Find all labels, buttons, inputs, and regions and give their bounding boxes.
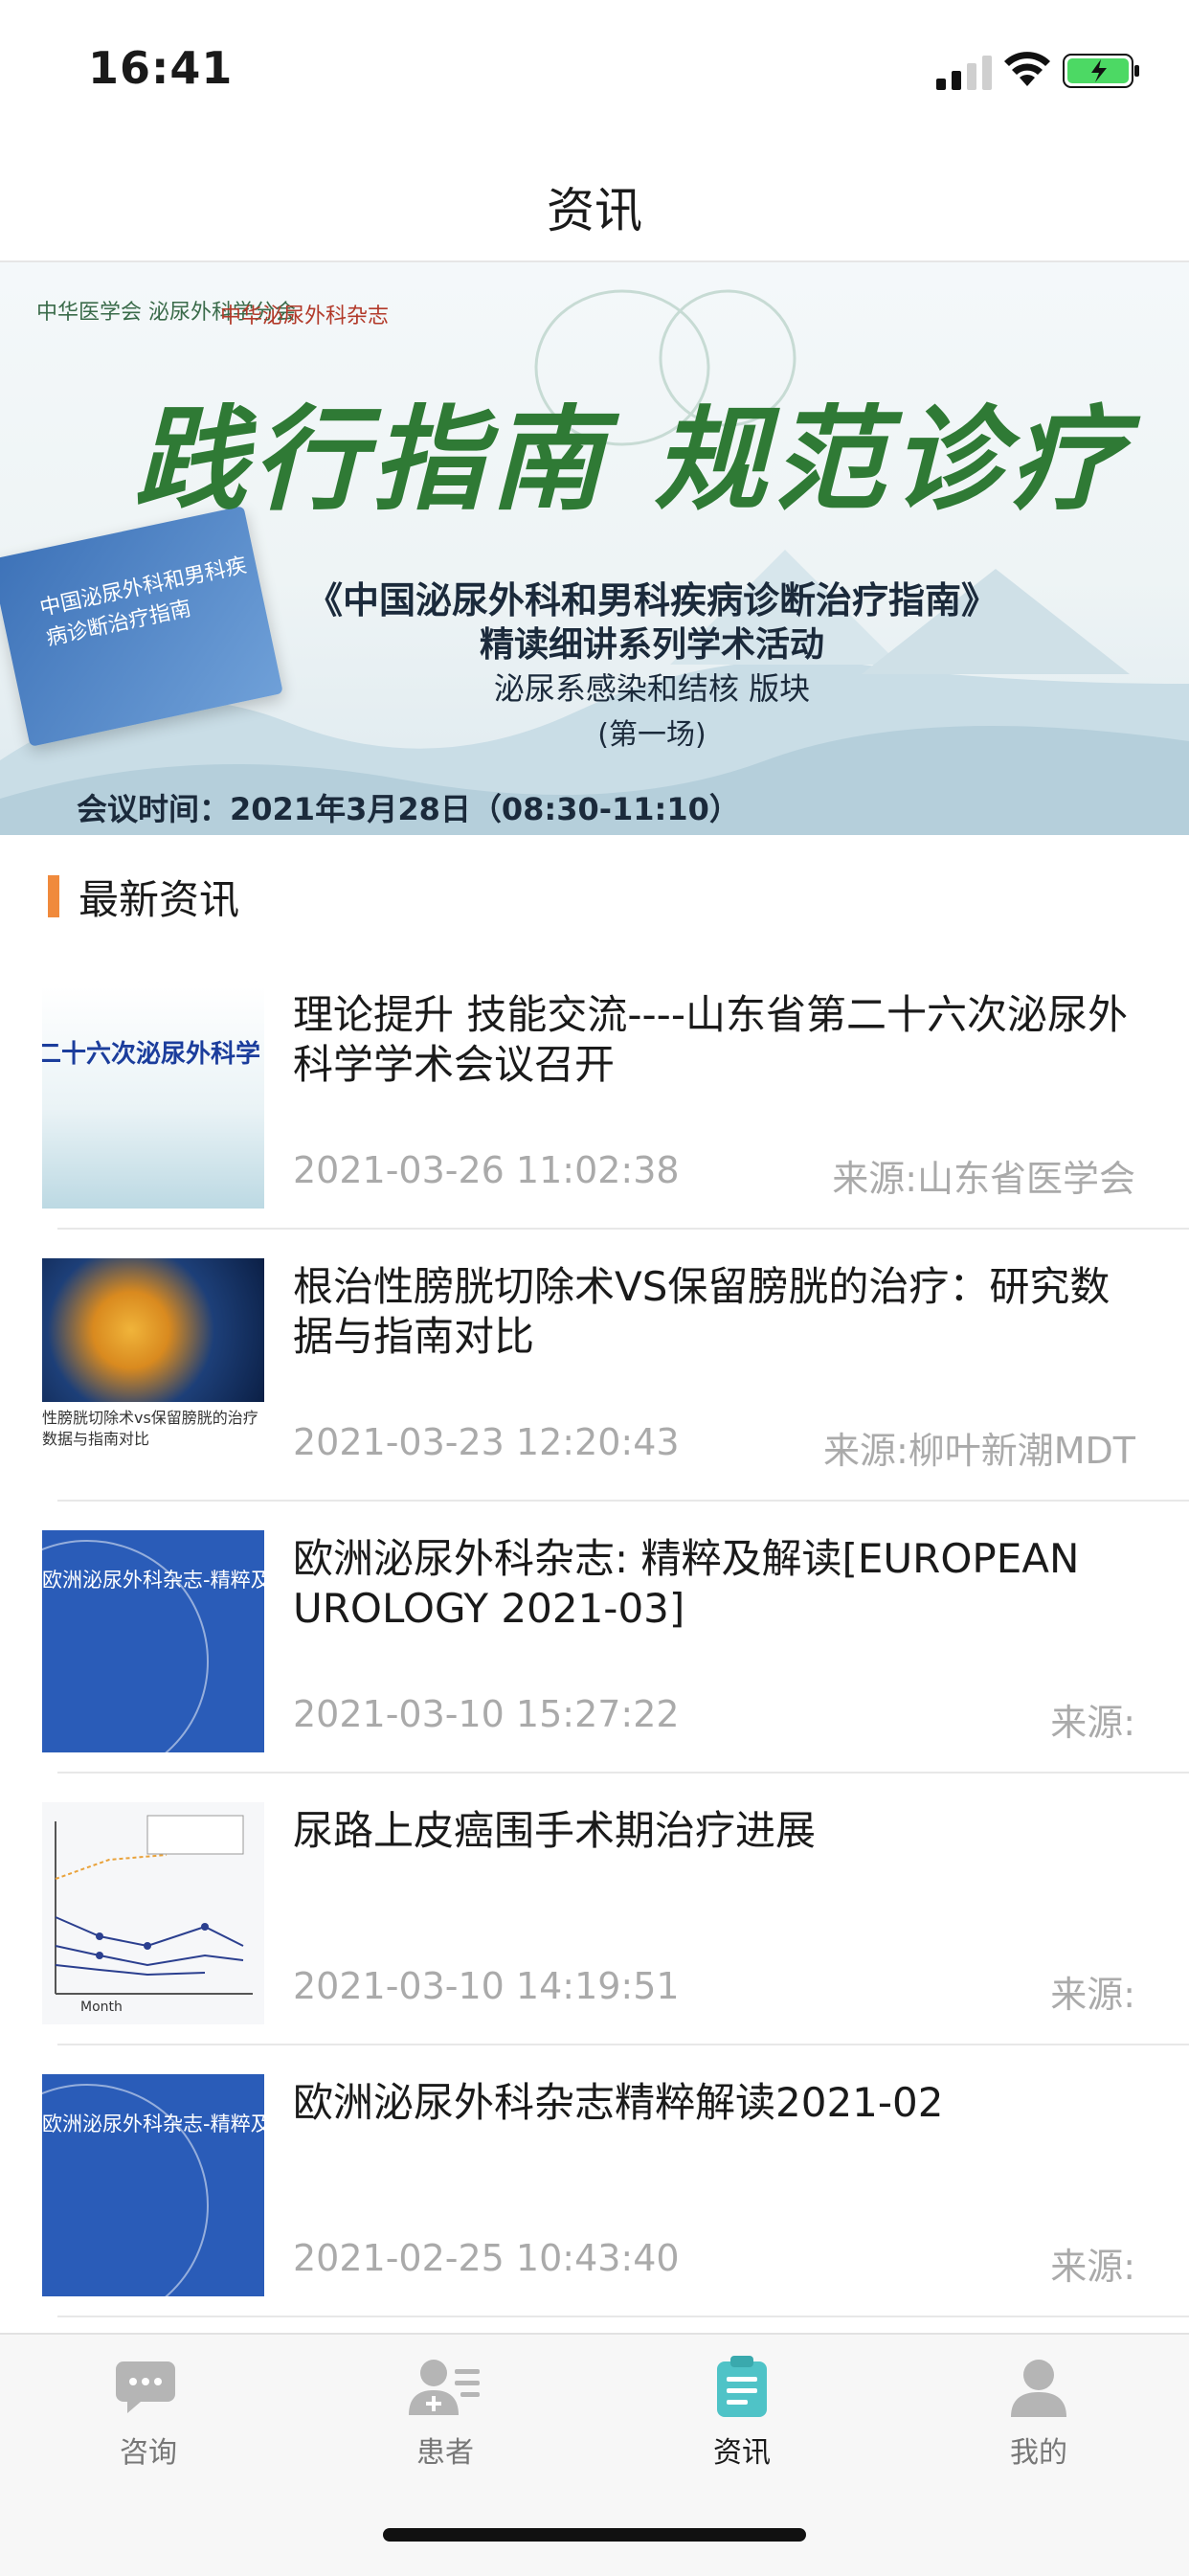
news-date: 2021-02-25 10:43:40 (293, 2237, 680, 2279)
news-date: 2021-03-10 15:27:22 (293, 1693, 680, 1735)
news-thumbnail: Month (42, 1802, 264, 2024)
news-source: 来源: (1050, 1702, 1135, 1744)
news-title: 欧洲泌尿外科杂志精粹解读2021-02 (293, 2079, 944, 2126)
news-thumbnail: 性膀胱切除术vs保留膀胱的治疗 数据与指南对比 (42, 1258, 264, 1480)
news-title: 欧洲泌尿外科杂志: 精粹及解读[EUROPEAN UROLOGY 2021-03… (293, 1535, 1080, 1632)
section-title: 最新资讯 (79, 876, 240, 923)
news-icon (717, 2356, 767, 2417)
signal-icon (936, 56, 992, 90)
wifi-icon (1004, 52, 1050, 86)
banner-magazine: 中华泌尿外科杂志 (220, 305, 390, 328)
thumbnail-text: 性膀胱切除术vs保留膀胱的治疗 数据与指南对比 (42, 1409, 258, 1448)
banner-subtitle-4: (第一场) (597, 718, 707, 752)
tab-label: 我的 (1010, 2436, 1067, 2470)
news-item[interactable]: 欧洲泌尿外科杂志-精粹及解读 欧洲泌尿外科杂志: 精粹及解读[EUROPEAN … (0, 1502, 1189, 1774)
tab-news[interactable]: 资讯 (646, 2356, 838, 2499)
news-item[interactable]: 二十六次泌尿外科学 理论提升 技能交流----山东省第二十六次泌尿外科学学术会议… (0, 958, 1189, 1230)
banner-subtitle: 《中国泌尿外科和男科疾病诊断治疗指南》 (305, 579, 998, 621)
chart-thumbnail (55, 1815, 253, 1995)
status-time: 16:41 (88, 42, 234, 94)
news-item[interactable]: 性膀胱切除术vs保留膀胱的治疗 数据与指南对比 根治性膀胱切除术VS保留膀胱的治… (0, 1230, 1189, 1502)
divider (57, 2316, 1189, 2317)
thumbnail-text: 二十六次泌尿外科学 (42, 1040, 261, 1069)
news-item[interactable]: Month 尿路上皮癌围手术期治疗进展 2021-03-10 14:19:51 … (0, 1774, 1189, 2045)
news-thumbnail: 二十六次泌尿外科学 (42, 986, 264, 1209)
home-indicator[interactable] (383, 2528, 806, 2542)
news-title: 理论提升 技能交流----山东省第二十六次泌尿外科学学术会议召开 (293, 991, 1128, 1088)
news-thumbnail: 欧洲泌尿外科杂志-精粹及解读 (42, 2074, 264, 2296)
banner-meeting-time: 会议时间：2021年3月28日（08:30-11:10） (77, 791, 740, 827)
news-title: 根治性膀胱切除术VS保留膀胱的治疗：研究数据与指南对比 (293, 1263, 1110, 1360)
section-accent-bar (48, 875, 59, 917)
profile-icon (1011, 2360, 1066, 2417)
news-date: 2021-03-23 12:20:43 (293, 1421, 680, 1463)
tab-label: 咨询 (120, 2436, 177, 2470)
bladder-illustration (42, 1258, 264, 1402)
tab-patients[interactable]: 患者 (349, 2356, 541, 2499)
news-date: 2021-03-10 14:19:51 (293, 1965, 680, 2007)
news-source: 来源: (1050, 1974, 1135, 2016)
banner-subtitle-3: 泌尿系感染和结核 版块 (493, 670, 811, 707)
tab-label: 患者 (416, 2436, 474, 2470)
navigation-bar: 资讯 (0, 134, 1189, 262)
thumbnail-axis-label: Month (80, 2000, 123, 2015)
news-item[interactable]: 欧洲泌尿外科杂志-精粹及解读 欧洲泌尿外科杂志精粹解读2021-02 2021-… (0, 2045, 1189, 2317)
tab-consult[interactable]: 咨询 (53, 2356, 244, 2499)
news-source: 来源:柳叶新潮MDT (822, 1430, 1135, 1472)
news-source: 来源: (1050, 2246, 1135, 2288)
page-title: 资讯 (547, 183, 642, 238)
battery-charging-icon (1063, 54, 1139, 88)
status-bar: 16:41 (0, 0, 1189, 134)
news-source: 来源:山东省医学会 (832, 1158, 1135, 1200)
news-date: 2021-03-26 11:02:38 (293, 1149, 680, 1191)
tab-label: 资讯 (713, 2436, 771, 2470)
banner-image[interactable]: 中华医学会 泌尿外科学分会 中华泌尿外科杂志 中国泌尿外科和男科疾病诊断治疗指南… (0, 262, 1189, 835)
news-thumbnail: 欧洲泌尿外科杂志-精粹及解读 (42, 1530, 264, 1752)
banner-subtitle-2: 精读细讲系列学术活动 (479, 625, 824, 665)
patients-icon (409, 2360, 480, 2415)
chat-icon (116, 2361, 175, 2413)
news-title: 尿路上皮癌围手术期治疗进展 (293, 1807, 817, 1854)
banner-title: 践行指南 规范诊疗 (134, 393, 1130, 526)
tab-profile[interactable]: 我的 (943, 2356, 1134, 2499)
